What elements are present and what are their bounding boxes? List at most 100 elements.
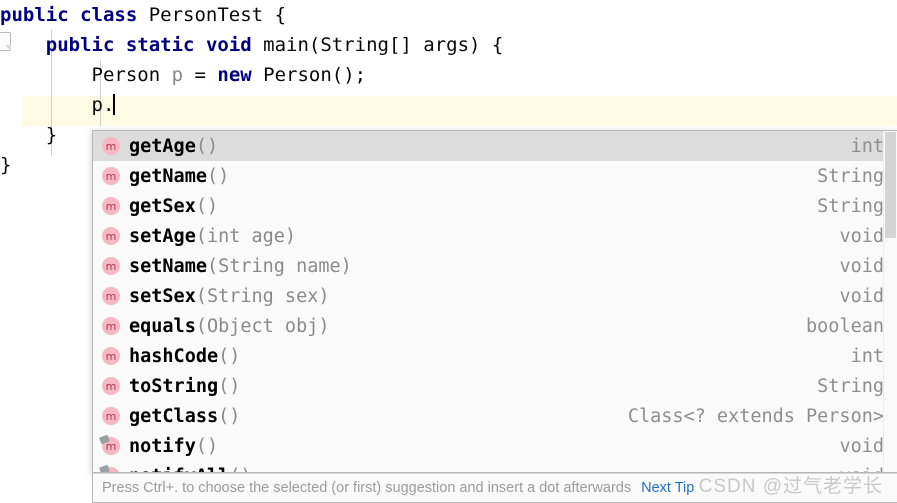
method-icon: m (102, 407, 120, 425)
code-token-plain: Person (91, 64, 172, 86)
completion-return-type: String (817, 195, 884, 217)
method-icon: m (102, 347, 120, 365)
completion-item[interactable]: m setAge(int age) void (93, 221, 897, 251)
completion-popup[interactable]: m getAge() int m getName() String m getSex() Str… (92, 130, 897, 473)
completion-return-type: String (817, 165, 884, 187)
completion-return-type: void (839, 435, 884, 457)
completion-method-name: hashCode (129, 345, 219, 367)
completion-item[interactable]: m hashCode() int (93, 341, 897, 371)
completion-method-params: () (229, 466, 251, 473)
method-icon: m (102, 377, 120, 395)
tip-text: Press Ctrl+. to choose the selected (or … (102, 480, 632, 496)
completion-return-type: void (839, 255, 884, 277)
next-tip-link[interactable]: Next Tip (641, 480, 694, 496)
completion-method-params: (String name) (206, 255, 352, 277)
method-icon: m (102, 167, 120, 185)
completion-method-name: setName (129, 255, 207, 277)
completion-method-params: () (218, 345, 241, 367)
completion-item[interactable]: m notify() void (93, 431, 897, 461)
completion-signature: setSex(String sex) (129, 286, 839, 307)
code-token-plain: = (183, 64, 218, 86)
completion-list[interactable]: m getAge() int m getName() String m getSex() Str… (93, 131, 897, 473)
completion-method-params: () (206, 165, 230, 187)
code-line-3: Person p = new Person(); (0, 60, 897, 90)
completion-method-name: notify (129, 435, 196, 457)
method-icon: m (102, 287, 120, 305)
completion-signature: setAge(int age) (129, 226, 839, 247)
completion-return-type: boolean (806, 315, 884, 337)
completion-method-name: notifyAll (129, 466, 229, 473)
code-token-plain: main(String[] args) { (251, 34, 504, 56)
completion-item[interactable]: m toString() String (93, 371, 897, 401)
code-token-kw: static (125, 34, 195, 56)
method-icon: m (102, 257, 120, 275)
completion-item[interactable]: m getAge() int (93, 131, 897, 161)
completion-signature: setName(String name) (129, 256, 839, 277)
completion-item[interactable]: m equals(Object obj) boolean (93, 311, 897, 341)
completion-method-params: () (218, 375, 241, 397)
completion-method-name: getSex (129, 195, 196, 217)
completion-method-params: () (218, 405, 241, 427)
completion-item[interactable]: m getSex() String (93, 191, 897, 221)
method-icon: m (102, 437, 120, 455)
code-token-plain: } (45, 124, 58, 146)
completion-item[interactable]: m getClass() Class<? extends Person> (93, 401, 897, 431)
code-line-1: public class PersonTest { (0, 0, 897, 30)
method-icon: m (102, 317, 120, 335)
completion-method-name: getClass (129, 405, 219, 427)
completion-method-params: () (195, 195, 219, 217)
completion-method-name: equals (129, 315, 196, 337)
completion-method-params: () (195, 135, 219, 157)
code-line-4: p. (0, 90, 897, 120)
completion-method-name: setSex (129, 285, 196, 307)
code-token-kw: public (0, 4, 69, 26)
completion-item[interactable]: m setName(String name) void (93, 251, 897, 281)
completion-method-params: () (195, 435, 219, 457)
completion-return-type: void (839, 225, 884, 247)
completion-return-type: Class<? extends Person> (627, 405, 884, 427)
code-token-kw: public (45, 34, 115, 56)
code-token-localvar: p (171, 64, 184, 86)
completion-item[interactable]: m setSex(String sex) void (93, 281, 897, 311)
completion-signature: getClass() (129, 406, 628, 427)
code-token-plain: Person(); (251, 64, 367, 86)
method-icon: m (102, 137, 120, 155)
completion-return-type: int (850, 135, 884, 157)
code-token-plain: } (0, 154, 12, 176)
text-caret (113, 94, 116, 115)
completion-return-type: String (817, 375, 884, 397)
method-icon: m (102, 227, 120, 245)
completion-method-name: setAge (129, 225, 196, 247)
completion-signature: getSex() (129, 196, 817, 217)
completion-signature: notify() (129, 436, 839, 457)
completion-method-params: (int age) (195, 225, 297, 247)
completion-return-type: int (850, 345, 884, 367)
completion-method-name: getName (129, 165, 207, 187)
method-icon: m (102, 197, 120, 215)
completion-signature: toString() (129, 376, 817, 397)
completion-signature: hashCode() (129, 346, 851, 367)
completion-scrollbar-thumb[interactable] (885, 132, 896, 238)
code-token-plain: p. (91, 94, 115, 116)
code-token-plain: PersonTest { (137, 4, 287, 26)
code-token-kw: class (80, 4, 138, 26)
completion-item[interactable]: m getName() String (93, 161, 897, 191)
completion-scrollbar[interactable] (883, 131, 897, 472)
completion-method-params: (Object obj) (195, 315, 330, 337)
completion-method-name: toString (129, 375, 219, 397)
code-token-kw: new (217, 64, 252, 86)
completion-method-params: (String sex) (195, 285, 330, 307)
completion-return-type: void (839, 285, 884, 307)
completion-method-name: getAge (129, 135, 196, 157)
code-token-kw: void (205, 34, 252, 56)
completion-signature: getName() (129, 166, 817, 187)
csdn-watermark: CSDN @过气老学长 (698, 476, 883, 497)
ide-editor-screen: public class PersonTest { public static … (0, 0, 897, 503)
